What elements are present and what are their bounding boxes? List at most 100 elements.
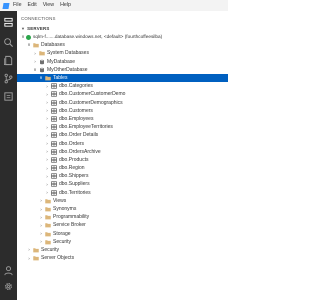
tree-node[interactable]: › dbo.EmployeeTerritories	[17, 123, 228, 131]
tree-node-label: Programmability	[53, 214, 90, 221]
tree-node-label: dbo.Order Details	[59, 132, 99, 139]
tree-node-label: Databases	[41, 42, 65, 49]
table-icon	[50, 173, 57, 180]
tree-node[interactable]: › dbo.Employees	[17, 115, 228, 123]
tree-node-label: dbo.EmployeeTerritories	[59, 124, 113, 131]
explorer-icon[interactable]	[3, 55, 14, 66]
tree-node[interactable]: ∨ Tables	[17, 73, 228, 83]
tree-node-label: dbo.Categories	[59, 83, 93, 90]
table-icon	[50, 132, 57, 139]
tree-node[interactable]: › Service Broker	[17, 221, 228, 229]
folder-icon	[32, 255, 39, 262]
account-icon[interactable]	[3, 265, 14, 276]
tree-node-label: MyOtherDatabase	[47, 66, 88, 73]
tree-node[interactable]: › Storage	[17, 230, 228, 238]
tree-node-label: Synonyms	[53, 206, 77, 213]
tree-node-label: sqlm-f.......database.windows.net, <defa…	[33, 34, 163, 40]
servers-section-header[interactable]: ▼ SERVERS	[21, 26, 49, 32]
tree-node[interactable]: ∨ MyOtherDatabase	[17, 66, 228, 74]
tree-node[interactable]: › dbo.Customers	[17, 107, 228, 115]
tree-node[interactable]: › dbo.Categories	[17, 82, 228, 90]
tree-node[interactable]: › dbo.CustomerDemographics	[17, 99, 228, 107]
tree-node[interactable]: ∨ Databases	[17, 41, 228, 49]
tree-node-label: System Databases	[47, 50, 89, 57]
tree-node-label: MyDatabase	[47, 58, 76, 65]
object-explorer-tree: ∨ sqlm-f.......database.windows.net, <def…	[17, 33, 228, 262]
tree-node[interactable]: › Security	[17, 246, 228, 254]
tree-node[interactable]: › dbo.Order Details	[17, 131, 228, 139]
table-icon	[50, 148, 57, 155]
folder-icon	[32, 42, 39, 49]
search-icon[interactable]	[3, 37, 14, 48]
servers-section-label: SERVERS	[27, 26, 50, 31]
tree-node-label: dbo.Products	[59, 156, 89, 163]
app-logo-icon	[0, 0, 11, 11]
tree-node-label: dbo.Orders	[59, 140, 85, 147]
activity-bar	[0, 11, 17, 300]
tree-node[interactable]: › dbo.Region	[17, 164, 228, 172]
menu-file[interactable]: File	[13, 0, 22, 11]
tree-node[interactable]: › dbo.Shippers	[17, 172, 228, 180]
folder-icon	[38, 50, 45, 57]
folder-icon	[44, 230, 51, 237]
tree-node-label: dbo.Territories	[59, 189, 91, 196]
task-history-icon[interactable]	[3, 91, 14, 102]
folder-icon	[44, 197, 51, 204]
table-icon	[50, 165, 57, 172]
table-icon	[50, 189, 57, 196]
servers-icon[interactable]	[3, 17, 14, 28]
source-control-icon[interactable]	[3, 73, 14, 84]
tree-node-label: dbo.OrdersArchive	[59, 148, 101, 155]
tree-node[interactable]: › Programmability	[17, 213, 228, 221]
tree-node-label: Security	[53, 238, 72, 245]
table-icon	[50, 124, 57, 131]
tree-node[interactable]: › System Databases	[17, 49, 228, 57]
folder-icon	[44, 222, 51, 229]
tree-node-label: dbo.Suppliers	[59, 181, 90, 188]
tree-node[interactable]: › Security	[17, 238, 228, 246]
table-icon	[50, 107, 57, 114]
tree-node-label: Views	[53, 197, 67, 204]
tree-node-label: dbo.Shippers	[59, 173, 89, 180]
tree-node-label: Storage	[53, 230, 71, 237]
tree-node[interactable]: › dbo.Orders	[17, 139, 228, 147]
tree-node-label: dbo.Customers	[59, 107, 93, 114]
table-icon	[50, 140, 57, 147]
folder-icon	[44, 214, 51, 221]
connections-header: CONNECTIONS	[21, 16, 56, 21]
tree-node[interactable]: › Server Objects	[17, 254, 228, 262]
tree-node[interactable]: › dbo.Territories	[17, 189, 228, 197]
table-icon	[50, 99, 57, 106]
settings-gear-icon[interactable]	[3, 281, 14, 292]
tree-node-label: Server Objects	[41, 255, 75, 262]
tree-node[interactable]: › dbo.Products	[17, 156, 228, 164]
tree-node[interactable]: › Synonyms	[17, 205, 228, 213]
servers-panel: CONNECTIONS ▼ SERVERS ∨ sqlm-f.......datab…	[17, 11, 228, 300]
chevron-down-icon: ▼	[21, 26, 26, 31]
folder-icon	[44, 206, 51, 213]
tree-node-label: dbo.Region	[59, 165, 85, 172]
tree-node[interactable]: › MyDatabase	[17, 58, 228, 66]
tree-node[interactable]: › dbo.OrdersArchive	[17, 148, 228, 156]
tree-node[interactable]: › dbo.Suppliers	[17, 180, 228, 188]
table-icon	[50, 83, 57, 90]
title-bar: File Edit View Help	[0, 0, 228, 11]
tree-node-label: Tables	[53, 75, 68, 82]
table-icon	[50, 91, 57, 98]
menu-help[interactable]: Help	[60, 0, 71, 11]
folder-icon	[32, 246, 39, 253]
database-icon	[38, 66, 45, 73]
menu-view[interactable]: View	[43, 0, 54, 11]
table-icon	[50, 156, 57, 163]
menu-edit[interactable]: Edit	[28, 0, 37, 11]
folder-icon	[44, 238, 51, 245]
tree-node-label: dbo.CustomerDemographics	[59, 99, 123, 106]
tree-node-label: Service Broker	[53, 222, 86, 229]
server-node[interactable]: ∨ sqlm-f.......database.windows.net, <def…	[17, 33, 228, 41]
folder-icon	[44, 75, 51, 82]
tree-node-label: dbo.CustomerCustomerDemo	[59, 91, 126, 98]
tree-node[interactable]: › Views	[17, 197, 228, 205]
tree-node[interactable]: › dbo.CustomerCustomerDemo	[17, 90, 228, 98]
database-icon	[38, 58, 45, 65]
server-status-icon	[26, 34, 31, 40]
